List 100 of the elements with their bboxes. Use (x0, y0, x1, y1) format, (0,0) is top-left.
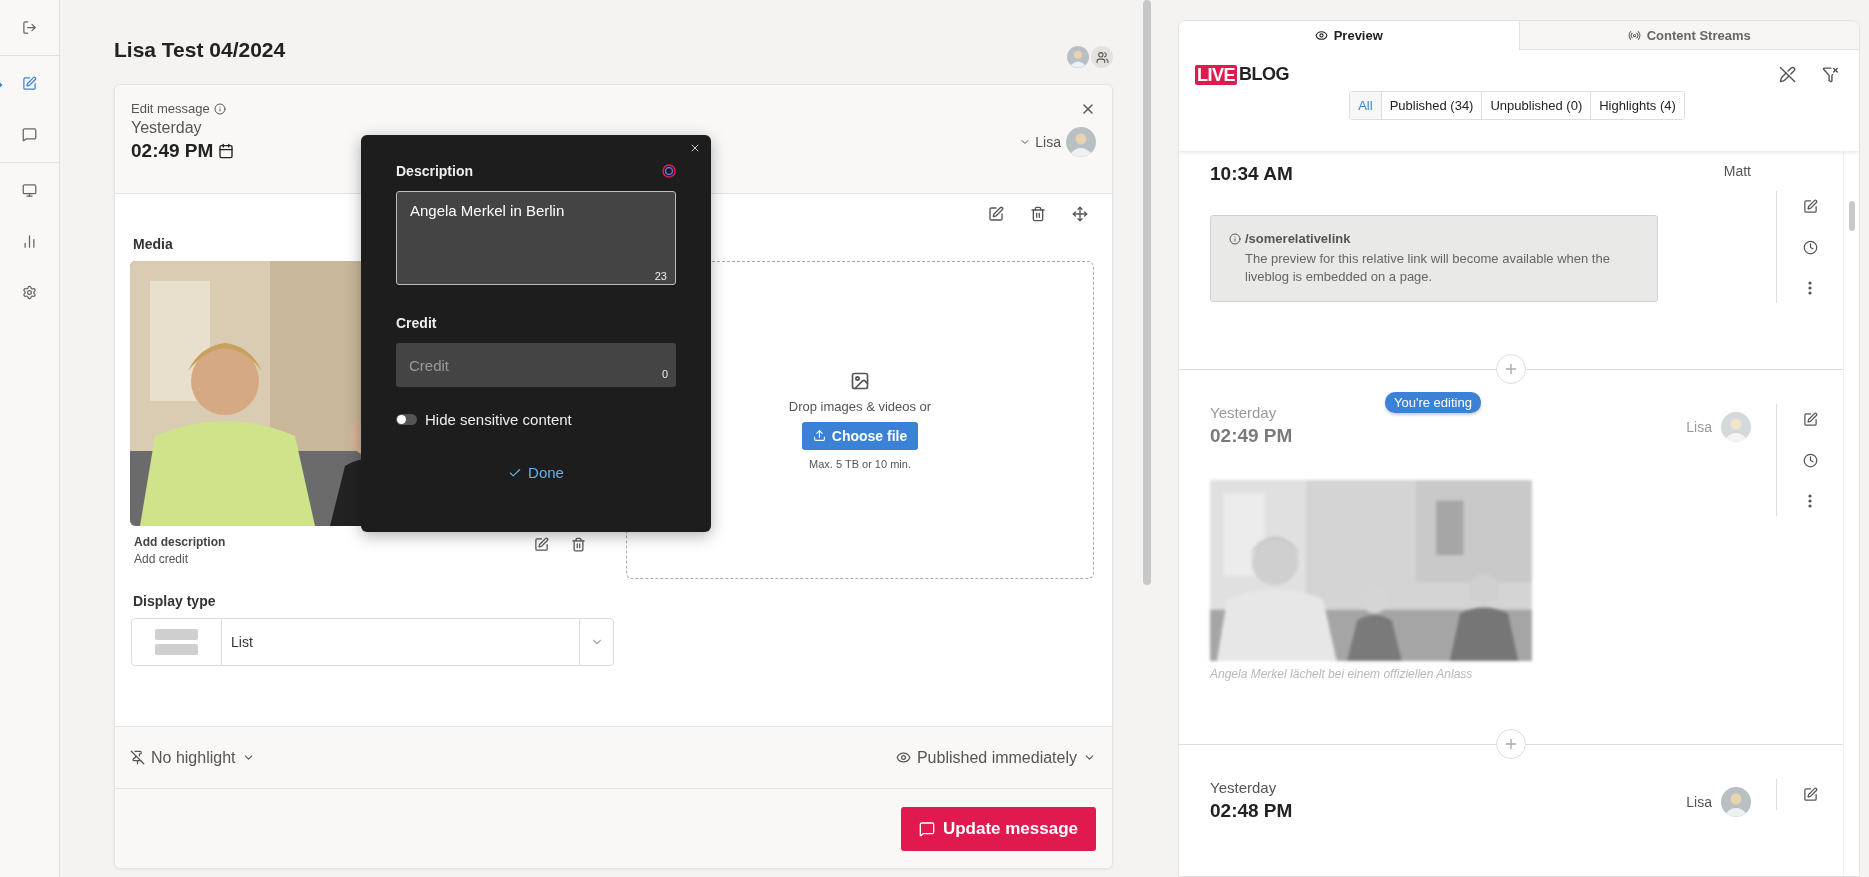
sidebar-item[interactable] (20, 181, 39, 200)
scrollbar-thumb[interactable] (1848, 201, 1855, 231)
sensitive-toggle[interactable] (396, 414, 417, 425)
sidebar-item[interactable] (20, 18, 39, 37)
trash-icon (571, 537, 586, 552)
upload-icon (812, 429, 826, 442)
character-count: 0 (661, 368, 668, 380)
section-label: Media (133, 236, 173, 252)
tab[interactable]: Content Streams (1518, 21, 1859, 50)
done-button[interactable]: Done (508, 464, 564, 481)
exit-icon (22, 20, 37, 35)
image-caption: Angela Merkel lächelt bei einem offiziellen Anlass (1210, 667, 1474, 682)
trash-icon (1030, 206, 1046, 222)
more-button[interactable] (1808, 281, 1812, 295)
media-credit: Add credit (134, 552, 190, 566)
pencil-icon (988, 206, 1004, 222)
close-button[interactable] (689, 142, 701, 154)
toggle-label: Hide sensitive content (425, 411, 572, 428)
post-time: 02:49 PM (1210, 425, 1293, 448)
display-type-select[interactable]: List (131, 618, 614, 666)
pin-off-icon (130, 750, 145, 765)
publish-dropdown[interactable]: Published immediately (895, 748, 1096, 767)
pencil-icon (1802, 412, 1818, 428)
field-label: Description (396, 163, 473, 179)
swirl-icon (662, 164, 676, 178)
schedule-button[interactable] (1802, 453, 1818, 469)
move-icon (1072, 206, 1088, 222)
pen-off-icon (1779, 66, 1796, 83)
card-label: Edit message (131, 101, 210, 116)
pencil-icon (1802, 199, 1818, 214)
highlight-dropdown[interactable]: No highlight (130, 748, 255, 767)
avatar (1721, 786, 1751, 817)
filter-icon (1822, 66, 1839, 83)
update-button[interactable]: Update message (900, 806, 1096, 851)
edit-icon (22, 76, 37, 91)
author-name: Lisa (1686, 793, 1712, 810)
day: Yesterday (131, 119, 235, 137)
info-icon (213, 102, 226, 115)
author-name: Lisa (1686, 419, 1712, 436)
field-label: Credit (396, 315, 437, 331)
broadcast-icon (1627, 28, 1641, 42)
avatar (1066, 127, 1096, 157)
settings-icon (22, 285, 37, 300)
chat-icon (22, 127, 37, 142)
edit-button[interactable] (1802, 786, 1818, 802)
author-dropdown[interactable]: Lisa (1019, 134, 1061, 150)
section-label: Display type (133, 593, 216, 609)
pen-off-button[interactable] (1779, 66, 1796, 83)
edit-button[interactable] (988, 206, 1004, 222)
link-title: /somerelativelink (1245, 231, 1351, 246)
filter-button[interactable] (1822, 66, 1839, 83)
filter-tab[interactable]: All (1350, 92, 1381, 119)
eye-icon (895, 750, 911, 765)
eye-icon (1314, 29, 1328, 42)
schedule-button[interactable] (1802, 240, 1818, 255)
monitor-icon (22, 183, 37, 198)
pencil-icon (534, 537, 549, 552)
filter-tab[interactable]: Highlights (4) (1590, 92, 1684, 119)
author-name: Matt (1723, 163, 1751, 179)
edit-button[interactable] (1802, 412, 1818, 428)
upload-limit: Max. 5 TB or 10 min. (809, 457, 911, 470)
page-title: Lisa Test 04/2024 (114, 38, 286, 62)
delete-button[interactable] (1030, 206, 1046, 222)
avatar (1067, 46, 1089, 68)
avatar (1721, 412, 1751, 443)
move-button[interactable] (1072, 206, 1088, 222)
chart-icon (22, 234, 37, 249)
sidebar-item[interactable] (20, 125, 39, 144)
media-description: Add description (134, 535, 226, 549)
credit-field[interactable]: Credit 0 (396, 343, 676, 387)
calendar-icon[interactable] (218, 143, 235, 159)
users-button[interactable] (1091, 46, 1113, 68)
scrollbar-thumb[interactable] (1143, 0, 1151, 585)
edit-button[interactable] (534, 537, 549, 552)
editing-badge: You're editing (1385, 392, 1481, 414)
info-icon (1229, 232, 1241, 245)
more-button[interactable] (1808, 494, 1812, 509)
edit-button[interactable] (1802, 199, 1818, 214)
clock-icon (1802, 453, 1818, 469)
link-text: The preview for this relative link will become available when the liveblog is embedded on a page. (1244, 250, 1611, 286)
pencil-icon (1802, 786, 1818, 802)
post-day: Yesterday (1210, 404, 1293, 422)
clock-icon (1802, 240, 1818, 255)
users-icon (1095, 50, 1109, 64)
more-icon (1808, 281, 1812, 295)
post-day: Yesterday (1210, 778, 1293, 796)
choose-file-button[interactable]: Choose file (801, 421, 919, 450)
delete-button[interactable] (571, 537, 586, 552)
drop-text: Drop images & videos or (788, 398, 932, 414)
sidebar-item[interactable] (20, 283, 39, 302)
image-icon (850, 370, 870, 391)
description-field[interactable]: Angela Merkel in Berlin 23 (396, 191, 676, 285)
logo: LIVE BLOG (1195, 64, 1289, 85)
post-time: 10:34 AM (1210, 163, 1293, 185)
character-count: 23 (654, 270, 667, 282)
more-icon (1808, 494, 1812, 509)
message-icon (918, 820, 935, 837)
close-icon (689, 142, 701, 154)
post-time: 02:48 PM (1210, 799, 1293, 822)
time: 02:49 PM (131, 140, 214, 162)
